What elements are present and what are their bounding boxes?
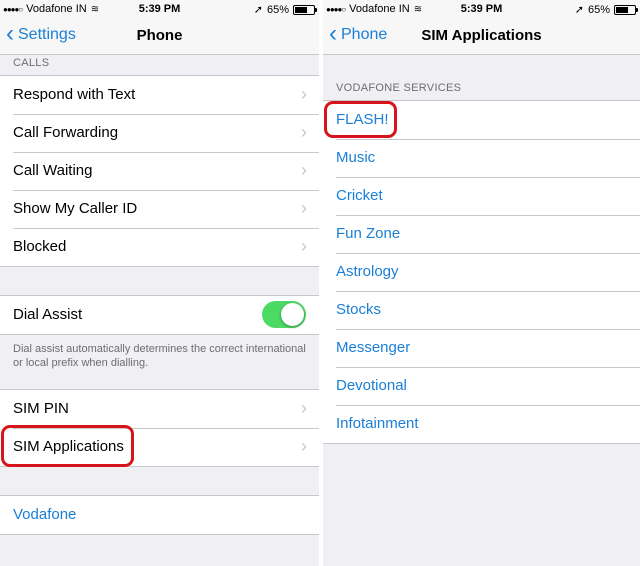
phone-settings-screen: ●●●●○ Vodafone IN ≋ 5:39 PM ➚ 65% ‹ Sett…	[0, 0, 319, 566]
chevron-right-icon: ›	[301, 436, 307, 456]
service-item-infotainment[interactable]: Infotainment	[323, 405, 640, 443]
chevron-right-icon: ›	[301, 160, 307, 180]
service-label: Music	[336, 149, 376, 166]
row-label: Call Forwarding	[13, 124, 119, 141]
row-label: Blocked	[13, 238, 67, 255]
highlight-flash	[324, 101, 397, 138]
service-label: Infotainment	[336, 415, 419, 432]
service-label: Cricket	[336, 187, 383, 204]
row-label: SIM PIN	[13, 400, 69, 417]
service-label: Stocks	[336, 301, 382, 318]
service-label: Astrology	[336, 263, 399, 280]
battery-icon	[614, 4, 638, 15]
battery-percent: 65%	[587, 3, 610, 16]
calls-group: Respond with Text › Call Forwarding › Ca…	[0, 75, 319, 267]
navigation-bar: ‹ Settings Phone	[0, 18, 319, 55]
service-label: Messenger	[336, 339, 411, 356]
row-label: Dial Assist	[13, 306, 83, 323]
battery-percent: 65%	[266, 3, 289, 16]
row-respond-with-text[interactable]: Respond with Text ›	[0, 76, 319, 114]
battery-icon	[293, 4, 317, 15]
page-title: SIM Applications	[421, 27, 542, 44]
row-dial-assist: Dial Assist	[0, 296, 319, 334]
service-item-devotional[interactable]: Devotional	[323, 367, 640, 405]
highlight-sim-applications	[1, 425, 134, 467]
status-bar: ●●●●○ Vodafone IN ≋ 5:39 PM ➚ 65%	[323, 0, 640, 18]
row-blocked[interactable]: Blocked ›	[0, 228, 319, 266]
carrier-group: Vodafone	[0, 495, 319, 535]
location-icon: ➚	[574, 4, 584, 16]
page-title: Phone	[136, 27, 183, 44]
chevron-right-icon: ›	[301, 398, 307, 418]
service-item-cricket[interactable]: Cricket	[323, 177, 640, 215]
row-vodafone-link[interactable]: Vodafone	[0, 496, 319, 534]
service-label: Fun Zone	[336, 225, 401, 242]
row-label: Respond with Text	[13, 86, 136, 103]
dial-assist-group: Dial Assist	[0, 295, 319, 335]
chevron-right-icon: ›	[301, 84, 307, 104]
section-header-calls: CALLS	[13, 57, 50, 69]
row-call-waiting[interactable]: Call Waiting ›	[0, 152, 319, 190]
row-label: Call Waiting	[13, 162, 93, 179]
dial-assist-toggle[interactable]	[262, 301, 306, 328]
status-right: ➚ 65%	[253, 3, 317, 16]
service-item-stocks[interactable]: Stocks	[323, 291, 640, 329]
dial-assist-footnote: Dial assist automatically determines the…	[13, 343, 306, 369]
navigation-bar: ‹ Phone SIM Applications	[323, 18, 640, 55]
service-label: Devotional	[336, 377, 407, 394]
vodafone-services-group: FLASH! Music Cricket Fun Zone Astrology …	[323, 100, 640, 444]
service-item-messenger[interactable]: Messenger	[323, 329, 640, 367]
service-item-music[interactable]: Music	[323, 139, 640, 177]
row-sim-pin[interactable]: SIM PIN ›	[0, 390, 319, 428]
service-item-fun-zone[interactable]: Fun Zone	[323, 215, 640, 253]
location-icon: ➚	[253, 4, 263, 16]
chevron-right-icon: ›	[301, 236, 307, 256]
row-label: Vodafone	[13, 506, 77, 523]
service-item-astrology[interactable]: Astrology	[323, 253, 640, 291]
status-right: ➚ 65%	[574, 3, 638, 16]
chevron-right-icon: ›	[301, 198, 307, 218]
toggle-knob	[281, 303, 304, 326]
sim-applications-screen: ●●●●○ Vodafone IN ≋ 5:39 PM ➚ 65% ‹ Phon…	[323, 0, 640, 566]
chevron-right-icon: ›	[301, 122, 307, 142]
section-header-vodafone-services: VODAFONE SERVICES	[336, 82, 462, 94]
row-label: Show My Caller ID	[13, 200, 138, 217]
row-show-caller-id[interactable]: Show My Caller ID ›	[0, 190, 319, 228]
status-bar: ●●●●○ Vodafone IN ≋ 5:39 PM ➚ 65%	[0, 0, 319, 18]
row-call-forwarding[interactable]: Call Forwarding ›	[0, 114, 319, 152]
